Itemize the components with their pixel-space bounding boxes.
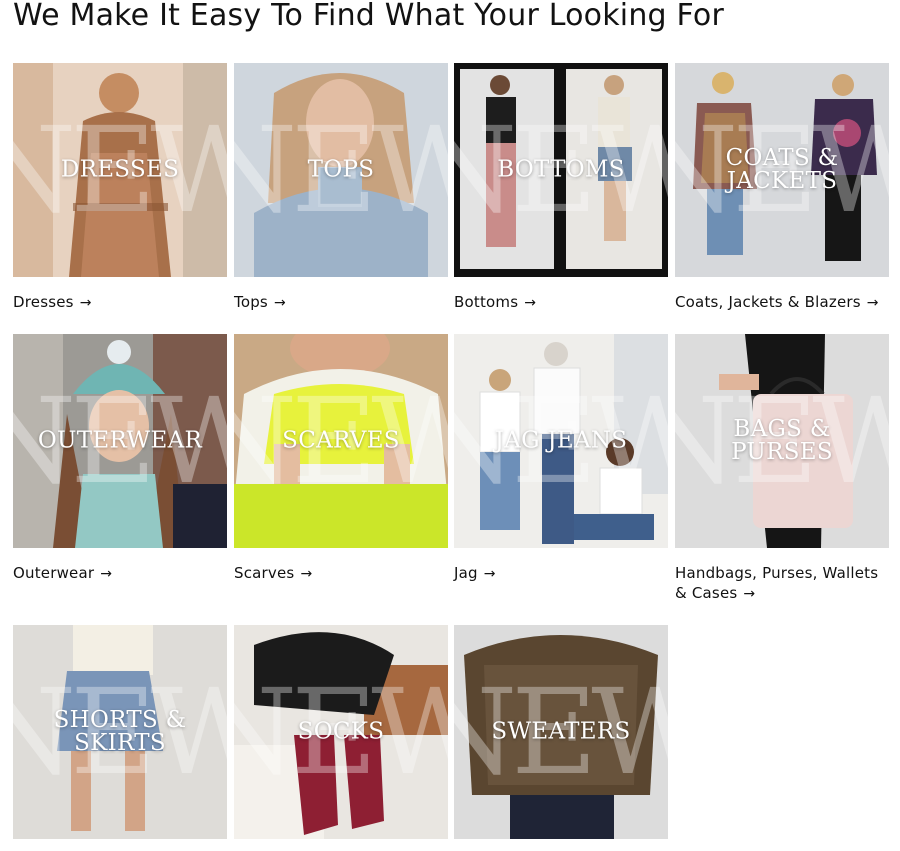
arrow-right-icon: → <box>483 566 496 582</box>
category-link-jag[interactable]: Jag → <box>454 563 668 584</box>
category-card-outerwear: NEW OUTERWEAR Outerwear → <box>13 334 227 584</box>
category-tile-shorts[interactable]: NEW SHORTS & SKIRTS <box>13 625 227 839</box>
category-card-dresses: NEW DRESSES Dresses → <box>13 63 227 313</box>
category-tile-outerwear[interactable]: NEW OUTERWEAR <box>13 334 227 548</box>
category-card-sweaters: NEW SWEATERS <box>454 625 668 839</box>
category-tile-tops[interactable]: NEW TOPS <box>234 63 448 277</box>
tile-label-bottoms: BOTTOMS <box>497 156 625 183</box>
tile-label-jag: JAG JEANS <box>494 427 628 454</box>
link-text: Dresses <box>13 293 74 311</box>
category-tile-sweaters[interactable]: NEW SWEATERS <box>454 625 668 839</box>
category-link-bottoms[interactable]: Bottoms → <box>454 292 668 313</box>
category-link-coats[interactable]: Coats, Jackets & Blazers → <box>675 292 889 313</box>
category-link-handbags[interactable]: Handbags, Purses, Wallets & Cases → <box>675 563 889 604</box>
tile-label-outerwear: OUTERWEAR <box>37 427 203 454</box>
category-tile-jag[interactable]: NEW JAG JEANS <box>454 334 668 548</box>
category-card-jag: NEW JAG JEANS Jag → <box>454 334 668 584</box>
arrow-right-icon: → <box>866 295 879 311</box>
category-tile-bottoms[interactable]: NEW BOTTOMS <box>454 63 668 277</box>
tile-label-dresses: DRESSES <box>60 156 180 183</box>
arrow-right-icon: → <box>100 566 113 582</box>
arrow-right-icon: → <box>524 295 537 311</box>
tile-label-shorts: SHORTS & SKIRTS <box>53 707 187 756</box>
link-text: Handbags, Purses, Wallets & Cases <box>675 564 879 602</box>
link-text: Bottoms <box>454 293 519 311</box>
category-tile-bags[interactable]: NEW BAGS & PURSES <box>675 334 889 548</box>
link-text: Coats, Jackets & Blazers <box>675 293 861 311</box>
category-card-bottoms: NEW BOTTOMS Bottoms → <box>454 63 668 313</box>
tile-label-sweaters: SWEATERS <box>491 718 631 745</box>
category-card-scarves: NEW SCARVES Scarves → <box>234 334 448 584</box>
tile-label-coats: COATS & JACKETS <box>725 145 839 194</box>
category-tile-dresses[interactable]: NEW DRESSES <box>13 63 227 277</box>
category-tile-socks[interactable]: NEW SOCKS <box>234 625 448 839</box>
link-text: Outerwear <box>13 564 95 582</box>
category-link-scarves[interactable]: Scarves → <box>234 563 448 584</box>
tile-label-socks: SOCKS <box>297 718 385 745</box>
category-card-coats: NEW COATS & JACKETS Coats, Jackets & Bla… <box>675 63 889 313</box>
link-text: Jag <box>454 564 478 582</box>
tile-label-bags: BAGS & PURSES <box>731 416 833 465</box>
category-card-shorts: NEW SHORTS & SKIRTS <box>13 625 227 839</box>
category-tile-scarves[interactable]: NEW SCARVES <box>234 334 448 548</box>
category-link-outerwear[interactable]: Outerwear → <box>13 563 227 584</box>
arrow-right-icon: → <box>743 586 756 602</box>
tile-label-tops: TOPS <box>307 156 375 183</box>
category-tile-coats[interactable]: NEW COATS & JACKETS <box>675 63 889 277</box>
link-text: Tops <box>234 293 268 311</box>
category-card-socks: NEW SOCKS <box>234 625 448 839</box>
arrow-right-icon: → <box>273 295 286 311</box>
arrow-right-icon: → <box>79 295 92 311</box>
link-text: Scarves <box>234 564 295 582</box>
arrow-right-icon: → <box>300 566 313 582</box>
page-title: We Make It Easy To Find What Your Lookin… <box>13 0 724 33</box>
category-card-bags: NEW BAGS & PURSES Handbags, Purses, Wall… <box>675 334 889 604</box>
tile-label-scarves: SCARVES <box>282 427 400 454</box>
category-card-tops: NEW TOPS Tops → <box>234 63 448 313</box>
category-link-tops[interactable]: Tops → <box>234 292 448 313</box>
category-link-dresses[interactable]: Dresses → <box>13 292 227 313</box>
